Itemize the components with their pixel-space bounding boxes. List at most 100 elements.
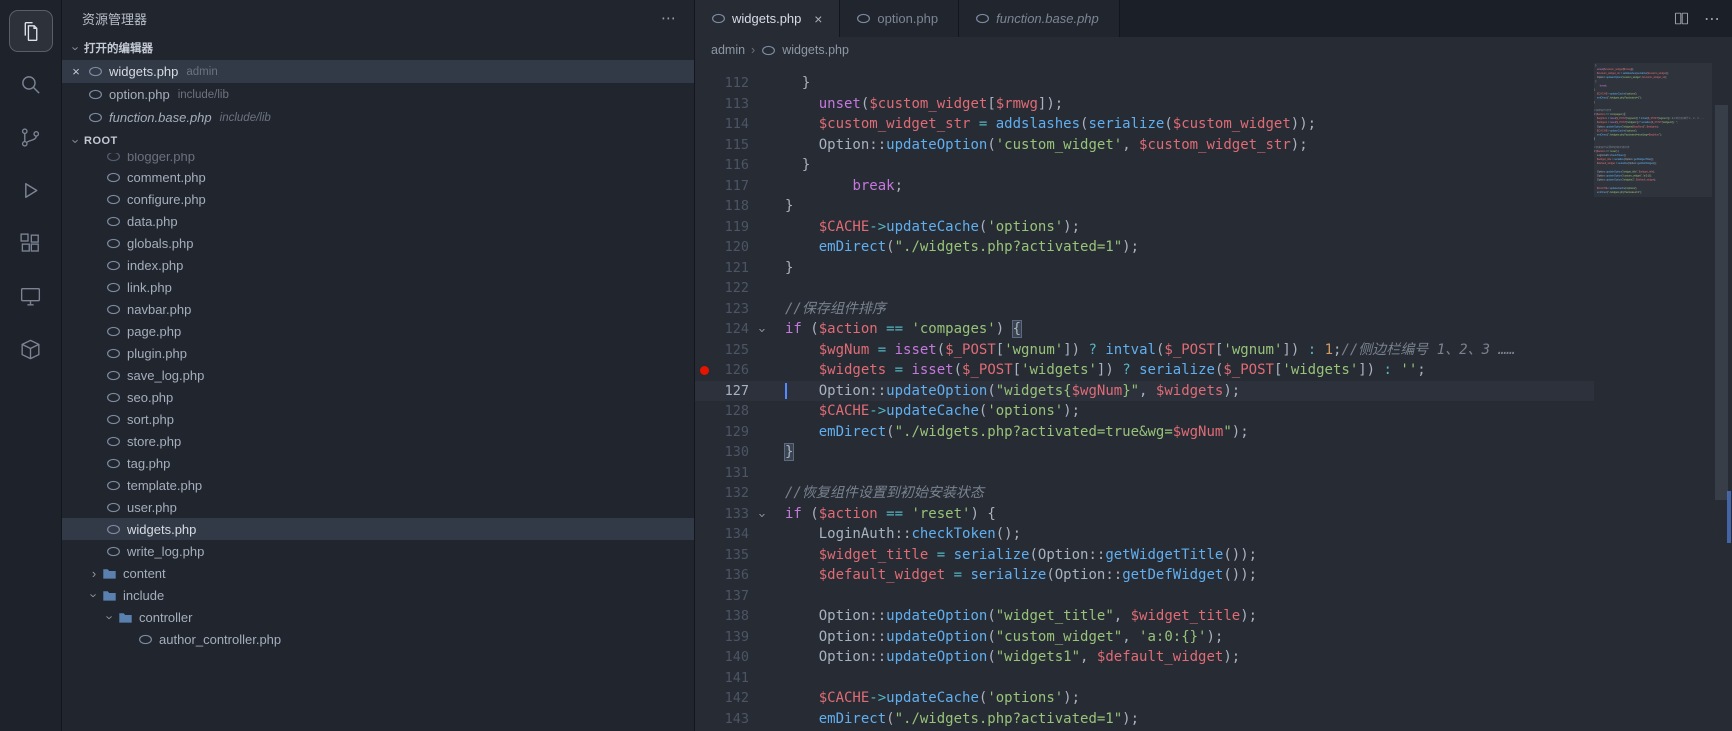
code-line[interactable]: 142 $CACHE->updateCache('options'); — [695, 688, 1594, 709]
extensions-icon[interactable] — [9, 222, 53, 264]
code-line[interactable]: 134 LoginAuth::checkToken(); — [695, 524, 1594, 545]
tree-item-user.php[interactable]: user.php — [62, 496, 694, 518]
tree-item-store.php[interactable]: store.php — [62, 430, 694, 452]
breakpoint-margin[interactable] — [695, 483, 713, 504]
run-debug-icon[interactable] — [9, 169, 53, 211]
code-line[interactable]: 117 break; — [695, 176, 1594, 197]
tree-item-widgets.php[interactable]: widgets.php — [62, 518, 694, 540]
breakpoint-margin[interactable] — [695, 319, 713, 340]
breakpoint-margin[interactable] — [695, 196, 713, 217]
tree-item-seo.php[interactable]: seo.php — [62, 386, 694, 408]
breadcrumb-item[interactable]: admin — [711, 43, 745, 57]
root-folder-header[interactable]: › ROOT — [62, 129, 694, 153]
code-line[interactable]: 133›if ($action == 'reset') { — [695, 504, 1594, 525]
close-icon[interactable]: × — [68, 64, 84, 79]
breakpoint-margin[interactable] — [695, 442, 713, 463]
breakpoint-margin[interactable] — [695, 709, 713, 730]
scrollbar-thumb[interactable] — [1715, 105, 1728, 500]
breakpoint-margin[interactable] — [695, 668, 713, 689]
code-line[interactable]: 120 emDirect("./widgets.php?activated=1"… — [695, 237, 1594, 258]
code-line[interactable]: 118} — [695, 196, 1594, 217]
code-line[interactable]: 130} — [695, 442, 1594, 463]
tree-item-sort.php[interactable]: sort.php — [62, 408, 694, 430]
search-icon[interactable] — [9, 63, 53, 105]
breakpoint-margin[interactable] — [695, 299, 713, 320]
breakpoint-margin[interactable] — [695, 422, 713, 443]
more-actions-icon[interactable]: ⋯ — [661, 9, 676, 27]
breakpoint-margin[interactable] — [695, 237, 713, 258]
breakpoint-margin[interactable] — [695, 401, 713, 422]
open-editor-function.base.php[interactable]: function.base.phpinclude/lib — [62, 106, 694, 129]
code-line[interactable]: 139 Option::updateOption("custom_widget"… — [695, 627, 1594, 648]
code-line[interactable]: 141 — [695, 668, 1594, 689]
package-icon[interactable] — [9, 328, 53, 370]
tree-item-tag.php[interactable]: tag.php — [62, 452, 694, 474]
code-line[interactable]: 138 Option::updateOption("widget_title",… — [695, 606, 1594, 627]
split-editor-icon[interactable] — [1673, 10, 1690, 27]
tree-item-plugin.php[interactable]: plugin.php — [62, 342, 694, 364]
code-line[interactable]: 113 unset($custom_widget[$rmwg]); — [695, 94, 1594, 115]
code-editor[interactable]: 112 }113 unset($custom_widget[$rmwg]); 11… — [695, 63, 1594, 731]
code-line[interactable]: 140 Option::updateOption("widgets1", $de… — [695, 647, 1594, 668]
breakpoint-margin[interactable] — [695, 114, 713, 135]
close-icon[interactable]: × — [809, 10, 827, 28]
fold-gutter[interactable]: › — [749, 504, 773, 525]
code-line[interactable]: 112 } — [695, 73, 1594, 94]
tree-item-navbar.php[interactable]: navbar.php — [62, 298, 694, 320]
fold-gutter[interactable]: › — [749, 319, 773, 340]
breakpoint-margin[interactable] — [695, 586, 713, 607]
tree-item-link.php[interactable]: link.php — [62, 276, 694, 298]
tree-item-blogger.php[interactable]: blogger.php — [62, 153, 694, 166]
breakpoint-margin[interactable] — [695, 73, 713, 94]
tree-item-globals.php[interactable]: globals.php — [62, 232, 694, 254]
breakpoint-margin[interactable] — [695, 176, 713, 197]
tree-item-write_log.php[interactable]: write_log.php — [62, 540, 694, 562]
remote-explorer-icon[interactable] — [9, 275, 53, 317]
code-line[interactable]: 124›if ($action == 'compages') { — [695, 319, 1594, 340]
tree-item-controller[interactable]: ›controller — [62, 606, 694, 628]
tree-item-configure.php[interactable]: configure.php — [62, 188, 694, 210]
tree-item-save_log.php[interactable]: save_log.php — [62, 364, 694, 386]
tree-item-content[interactable]: ›content — [62, 562, 694, 584]
code-line[interactable]: 119 $CACHE->updateCache('options'); — [695, 217, 1594, 238]
tab-function.base.php[interactable]: function.base.php — [959, 0, 1120, 37]
breakpoint-margin[interactable] — [695, 545, 713, 566]
code-line[interactable]: 121} — [695, 258, 1594, 279]
fold-chevron-icon[interactable]: › — [751, 511, 772, 519]
open-editors-header[interactable]: › 打开的编辑器 — [62, 36, 694, 60]
breakpoint-margin[interactable] — [695, 647, 713, 668]
breakpoint-margin[interactable] — [695, 565, 713, 586]
code-line[interactable]: 143 emDirect("./widgets.php?activated=1"… — [695, 709, 1594, 730]
breakpoint-margin[interactable] — [695, 258, 713, 279]
code-line[interactable]: 115 Option::updateOption('custom_widget'… — [695, 135, 1594, 156]
code-line[interactable]: 127 Option::updateOption("widgets{$wgNum… — [695, 381, 1594, 402]
breakpoint-margin[interactable] — [695, 627, 713, 648]
breakpoint-margin[interactable] — [695, 463, 713, 484]
breakpoint-margin[interactable] — [695, 524, 713, 545]
files-icon[interactable] — [9, 10, 53, 52]
tree-item-comment.php[interactable]: comment.php — [62, 166, 694, 188]
editor-more-actions-icon[interactable]: ⋯ — [1704, 9, 1720, 29]
code-line[interactable]: 122 — [695, 278, 1594, 299]
breakpoint-margin[interactable] — [695, 278, 713, 299]
breakpoint-margin[interactable] — [695, 94, 713, 115]
code-line[interactable]: 129 emDirect("./widgets.php?activated=tr… — [695, 422, 1594, 443]
code-line[interactable]: 135 $widget_title = serialize(Option::ge… — [695, 545, 1594, 566]
code-line[interactable]: 136 $default_widget = serialize(Option::… — [695, 565, 1594, 586]
breakpoint[interactable] — [695, 360, 713, 381]
fold-chevron-icon[interactable]: › — [751, 326, 772, 334]
code-line[interactable]: 137 — [695, 586, 1594, 607]
code-line[interactable]: 116 } — [695, 155, 1594, 176]
tree-item-author_controller.php[interactable]: author_controller.php — [62, 628, 694, 650]
code-line[interactable]: 126 $widgets = isset($_POST['widgets']) … — [695, 360, 1594, 381]
code-line[interactable]: 131 — [695, 463, 1594, 484]
source-control-icon[interactable] — [9, 116, 53, 158]
breakpoint-margin[interactable] — [695, 606, 713, 627]
code-line[interactable]: 132//恢复组件设置到初始安装状态 — [695, 483, 1594, 504]
breadcrumb-item[interactable]: widgets.php — [782, 43, 849, 57]
minimap[interactable]: 112 }113 unset($custom_widget[$rmwg]);11… — [1594, 63, 1712, 731]
tab-widgets.php[interactable]: widgets.php× — [695, 0, 840, 37]
code-line[interactable]: 125 $wgNum = isset($_POST['wgnum']) ? in… — [695, 340, 1594, 361]
code-line[interactable]: 123//保存组件排序 — [695, 299, 1594, 320]
open-editor-option.php[interactable]: option.phpinclude/lib — [62, 83, 694, 106]
